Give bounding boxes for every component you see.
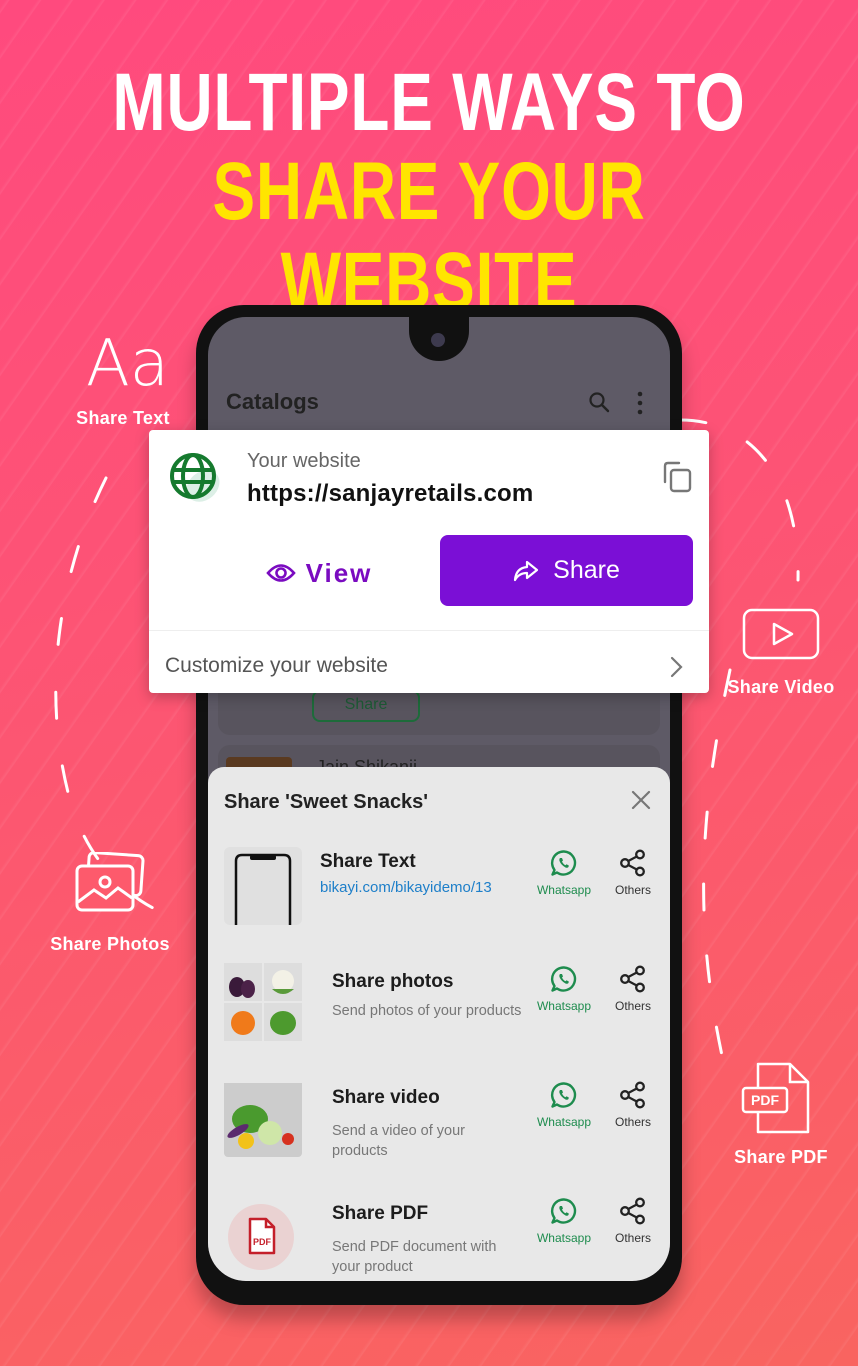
copy-icon[interactable] (659, 460, 693, 494)
phone-notch (409, 317, 469, 361)
share-row-photos[interactable]: Share photos Send photos of your product… (208, 963, 670, 1063)
product-photos-thumbnail (224, 963, 302, 1041)
row-subtitle: Send a video of your products (332, 1123, 466, 1159)
view-button[interactable]: View (219, 538, 419, 608)
whatsapp-button[interactable]: Whatsapp (530, 1197, 598, 1245)
chevron-right-icon[interactable] (669, 656, 683, 678)
share-pdf-label: Share PDF (734, 1147, 828, 1167)
app-title: Catalogs (226, 389, 319, 414)
camera-icon (431, 333, 445, 347)
whatsapp-label: Whatsapp (536, 1231, 592, 1245)
whatsapp-button[interactable]: Whatsapp (530, 849, 598, 897)
text-icon: Aa (86, 327, 169, 401)
whatsapp-button[interactable]: Whatsapp (530, 965, 598, 1013)
divider (149, 630, 709, 631)
row-subtitle: Send PDF document with your product (332, 1239, 497, 1275)
row-subtitle: Send photos of your products (332, 1003, 522, 1019)
pdf-icon-text: PDF (751, 1092, 779, 1108)
share-website-button[interactable]: Share (440, 535, 693, 606)
search-icon[interactable] (588, 391, 610, 413)
others-button[interactable]: Others (606, 849, 660, 897)
website-label: Your website (247, 450, 361, 472)
more-vertical-icon[interactable] (636, 391, 644, 415)
close-icon[interactable] (630, 789, 652, 811)
website-url[interactable]: https://sanjayretails.com (247, 480, 533, 508)
website-card: Your website https://sanjayretails.com V… (149, 430, 709, 693)
whatsapp-icon (550, 1198, 577, 1224)
share-row-video[interactable]: Share video Send a video of your product… (208, 1079, 670, 1179)
pdf-thumbnail: PDF (228, 1204, 294, 1270)
whatsapp-label: Whatsapp (536, 1115, 592, 1129)
others-button[interactable]: Others (606, 1081, 660, 1129)
eye-icon (265, 564, 296, 582)
share-row-text[interactable]: Share Text bikayi.com/bikayidemo/13 What… (208, 847, 670, 947)
whatsapp-icon (550, 1082, 577, 1108)
share-icon (620, 1197, 645, 1225)
share-photos-label: Share Photos (50, 934, 170, 954)
headline-line-1: MULTIPLE WAYS TO (112, 57, 746, 148)
pdf-icon: PDF (741, 1062, 810, 1134)
whatsapp-icon (550, 966, 577, 992)
row-title: Share photos (332, 971, 454, 992)
share-video-label: Share Video (727, 677, 835, 697)
globe-icon (170, 453, 220, 502)
share-button-label: Share (553, 556, 620, 584)
play-icon (742, 608, 820, 660)
row-title: Share video (332, 1087, 440, 1108)
row-title: Share Text (320, 851, 416, 872)
others-label: Others (614, 1231, 651, 1245)
whatsapp-label: Whatsapp (536, 999, 592, 1013)
others-label: Others (614, 1115, 651, 1129)
share-icon (620, 965, 645, 993)
customize-website-link[interactable]: Customize your website (165, 654, 388, 678)
share-row-pdf[interactable]: PDF Share PDF Send PDF document with you… (208, 1195, 670, 1281)
phone-outline-thumbnail (224, 847, 302, 925)
whatsapp-icon (550, 850, 577, 876)
others-label: Others (614, 883, 651, 897)
others-button[interactable]: Others (606, 965, 660, 1013)
whatsapp-label: Whatsapp (536, 883, 592, 897)
headline-line-2: SHARE YOUR WEBSITE (212, 146, 646, 327)
whatsapp-button[interactable]: Whatsapp (530, 1081, 598, 1129)
row-title: Share PDF (332, 1203, 429, 1224)
share-link[interactable]: bikayi.com/bikayidemo/13 (320, 879, 492, 896)
others-label: Others (614, 999, 651, 1013)
background-share-button: Share (312, 690, 420, 722)
pdf-thumbnail-text: PDF (253, 1237, 272, 1247)
share-text-label: Share Text (76, 408, 170, 428)
share-sheet-title: Share 'Sweet Snacks' (224, 791, 429, 813)
share-sheet: Share 'Sweet Snacks' Share Text bikayi.c… (208, 767, 670, 1281)
share-icon (620, 849, 645, 877)
product-video-thumbnail (224, 1079, 302, 1157)
others-button[interactable]: Others (606, 1197, 660, 1245)
photos-icon (75, 852, 145, 912)
share-arrow-icon (514, 560, 539, 581)
view-button-label: View (305, 557, 373, 588)
share-icon (620, 1081, 645, 1109)
